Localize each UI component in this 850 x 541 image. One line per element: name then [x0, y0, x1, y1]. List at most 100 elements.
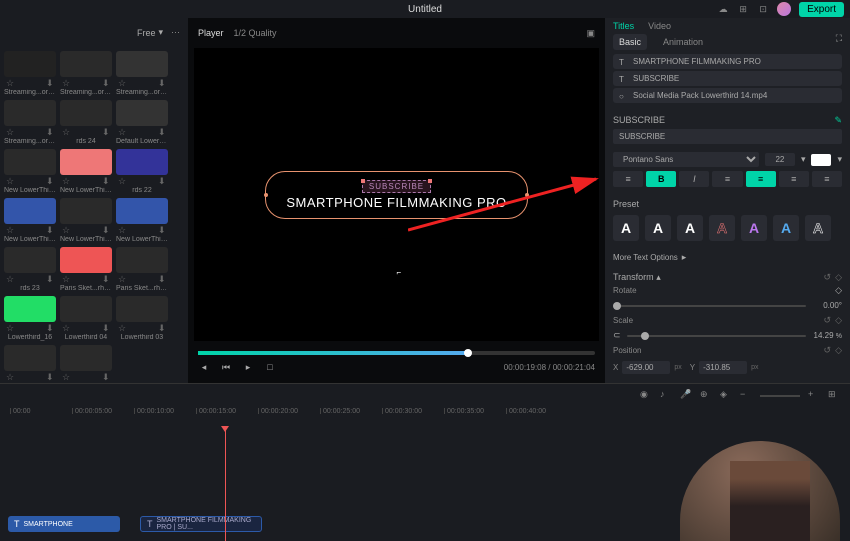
favorite-icon[interactable]: ☆ [62, 226, 70, 234]
library-item[interactable]: ☆⬇Streaming...orthird 06 [4, 51, 56, 96]
stop-button[interactable]: □ [264, 361, 276, 373]
align-justify-button[interactable]: ≡ [812, 171, 842, 187]
library-item[interactable]: ☆⬇New LowerThirds 18 [4, 198, 56, 243]
font-select[interactable]: Pontano Sans [613, 152, 759, 167]
more-icon[interactable]: ⋯ [171, 28, 180, 37]
favorite-icon[interactable]: ☆ [6, 324, 14, 332]
pos-y-input[interactable] [699, 361, 747, 374]
favorite-icon[interactable]: ☆ [62, 324, 70, 332]
bold-button[interactable]: B [646, 171, 676, 187]
library-item[interactable]: ☆⬇rds 22 [116, 149, 168, 194]
layer-item[interactable]: TSUBSCRIBE [613, 71, 842, 86]
quality-selector[interactable]: 1/2 Quality [234, 28, 277, 38]
download-icon[interactable]: ⬇ [102, 177, 110, 185]
align-right-button[interactable]: ≡ [779, 171, 809, 187]
color-swatch[interactable] [811, 154, 831, 166]
animation-subtab[interactable]: Animation [657, 34, 709, 50]
clip-title[interactable]: T SMARTPHONE FILMMAKING PRO | SU... [140, 516, 262, 532]
free-filter[interactable]: Free ▾ [137, 28, 163, 38]
download-icon[interactable]: ⬇ [158, 275, 166, 283]
subscribe-text-overlay[interactable]: SUBSCRIBE [362, 180, 431, 193]
reset-position-icon[interactable]: ↺ [824, 346, 832, 355]
preset-1[interactable]: A [613, 215, 639, 241]
library-item[interactable]: ☆⬇Paris Sket...rhirds 01 [60, 247, 112, 292]
download-icon[interactable]: ⬇ [158, 177, 166, 185]
keyframe-rotate-icon[interactable]: ◇ [835, 286, 842, 295]
favorite-icon[interactable]: ☆ [6, 275, 14, 283]
layer-item[interactable]: ○Social Media Pack Lowerthird 14.mp4 [613, 88, 842, 103]
favorite-icon[interactable]: ☆ [6, 177, 14, 185]
download-icon[interactable]: ⬇ [158, 226, 166, 234]
scale-slider[interactable] [627, 335, 806, 337]
zoom-in-icon[interactable]: + [808, 390, 820, 402]
download-icon[interactable]: ⬇ [158, 324, 166, 332]
favorite-icon[interactable]: ☆ [62, 275, 70, 283]
favorite-icon[interactable]: ☆ [118, 128, 126, 136]
seek-handle[interactable] [464, 349, 472, 357]
download-icon[interactable]: ⬇ [46, 226, 54, 234]
library-item[interactable]: ☆⬇Streaming...orthird 06 [4, 100, 56, 145]
video-tab[interactable]: Video [648, 21, 671, 31]
mic-icon[interactable]: 🎤 [680, 390, 692, 402]
library-item[interactable]: ☆⬇Lowerthird 03 [116, 296, 168, 341]
library-item[interactable]: ☆⬇rds 24 [60, 100, 112, 145]
favorite-icon[interactable]: ☆ [118, 275, 126, 283]
basic-subtab[interactable]: Basic [613, 34, 647, 50]
favorite-icon[interactable]: ☆ [6, 373, 14, 381]
library-item[interactable]: ☆⬇Lowerthird 04 [60, 296, 112, 341]
favorite-icon[interactable]: ☆ [62, 373, 70, 381]
mute-icon[interactable]: ♪ [660, 390, 672, 402]
align-left-button[interactable]: ≡ [613, 171, 643, 187]
font-size-dropdown-icon[interactable]: ▾ [801, 155, 806, 164]
titles-tab[interactable]: Titles [613, 21, 634, 31]
timeline-settings-icon[interactable]: ⊞ [828, 390, 840, 402]
library-item[interactable]: ☆⬇Lowerthird_16 [4, 296, 56, 341]
preset-2[interactable]: A [645, 215, 671, 241]
clip-smartphone[interactable]: T SMARTPHONE [8, 516, 120, 532]
library-item[interactable]: ☆⬇Default Lowerthird [116, 100, 168, 145]
download-icon[interactable]: ⬇ [46, 373, 54, 381]
download-icon[interactable]: ⬇ [46, 128, 54, 136]
blend-mode-label[interactable]: Blend Mode [613, 382, 661, 383]
download-icon[interactable]: ⬇ [102, 275, 110, 283]
library-item[interactable]: ☆⬇New LowerThirds 12 [116, 198, 168, 243]
favorite-icon[interactable]: ☆ [118, 177, 126, 185]
transform-label[interactable]: Transform ▴ [613, 272, 661, 282]
preset-4[interactable]: A [709, 215, 735, 241]
zoom-out-icon[interactable]: − [740, 390, 752, 402]
download-icon[interactable]: ⬇ [102, 324, 110, 332]
download-icon[interactable]: ⬇ [158, 79, 166, 87]
reset-scale-icon[interactable]: ↺ [824, 316, 832, 325]
user-avatar[interactable] [777, 2, 791, 16]
library-item[interactable]: ☆⬇Lowerthird 01 [60, 345, 112, 383]
cloud-icon[interactable]: ☁ [717, 3, 729, 15]
library-item[interactable]: ☆⬇New LowerThirds 40 [60, 149, 112, 194]
playhead[interactable] [225, 428, 226, 541]
more-text-options[interactable]: More Text Options▸ [605, 247, 850, 268]
preset-7[interactable]: A [805, 215, 831, 241]
favorite-icon[interactable]: ☆ [6, 128, 14, 136]
download-icon[interactable]: ⬇ [102, 128, 110, 136]
layer-item[interactable]: TSMARTPHONE FILMMAKING PRO [613, 54, 842, 69]
library-item[interactable]: ☆⬇Streaming...orthird 06 [116, 51, 168, 96]
library-item[interactable]: ☆⬇rds 23 [4, 247, 56, 292]
snap-icon[interactable]: ⊕ [700, 390, 712, 402]
library-item[interactable]: ☆⬇Lowerthird 02 [4, 345, 56, 383]
download-icon[interactable]: ⬇ [46, 177, 54, 185]
keyframe-scale-icon[interactable]: ◇ [835, 316, 842, 325]
preset-3[interactable]: A [677, 215, 703, 241]
favorite-icon[interactable]: ☆ [118, 324, 126, 332]
italic-button[interactable]: I [679, 171, 709, 187]
download-icon[interactable]: ⬇ [102, 79, 110, 87]
record-icon[interactable]: ◉ [640, 390, 652, 402]
snapshot-icon[interactable]: ▣ [586, 29, 595, 38]
library-item[interactable]: ☆⬇New LowerThirds 40 [4, 149, 56, 194]
video-preview[interactable]: SUBSCRIBE SMARTPHONE FILMMAKING PRO ⌐ [194, 48, 599, 341]
library-item[interactable]: ☆⬇Paris Sket...rhirds 02 [116, 247, 168, 292]
favorite-icon[interactable]: ☆ [6, 226, 14, 234]
timeline-ruler[interactable]: 00:0000:00:05:0000:00:10:0000:00:15:0000… [10, 408, 850, 428]
align-left2-button[interactable]: ≡ [712, 171, 742, 187]
edit-icon[interactable]: ✎ [834, 116, 842, 125]
marker-icon[interactable]: ◈ [720, 390, 732, 402]
player-tab[interactable]: Player [198, 28, 224, 38]
